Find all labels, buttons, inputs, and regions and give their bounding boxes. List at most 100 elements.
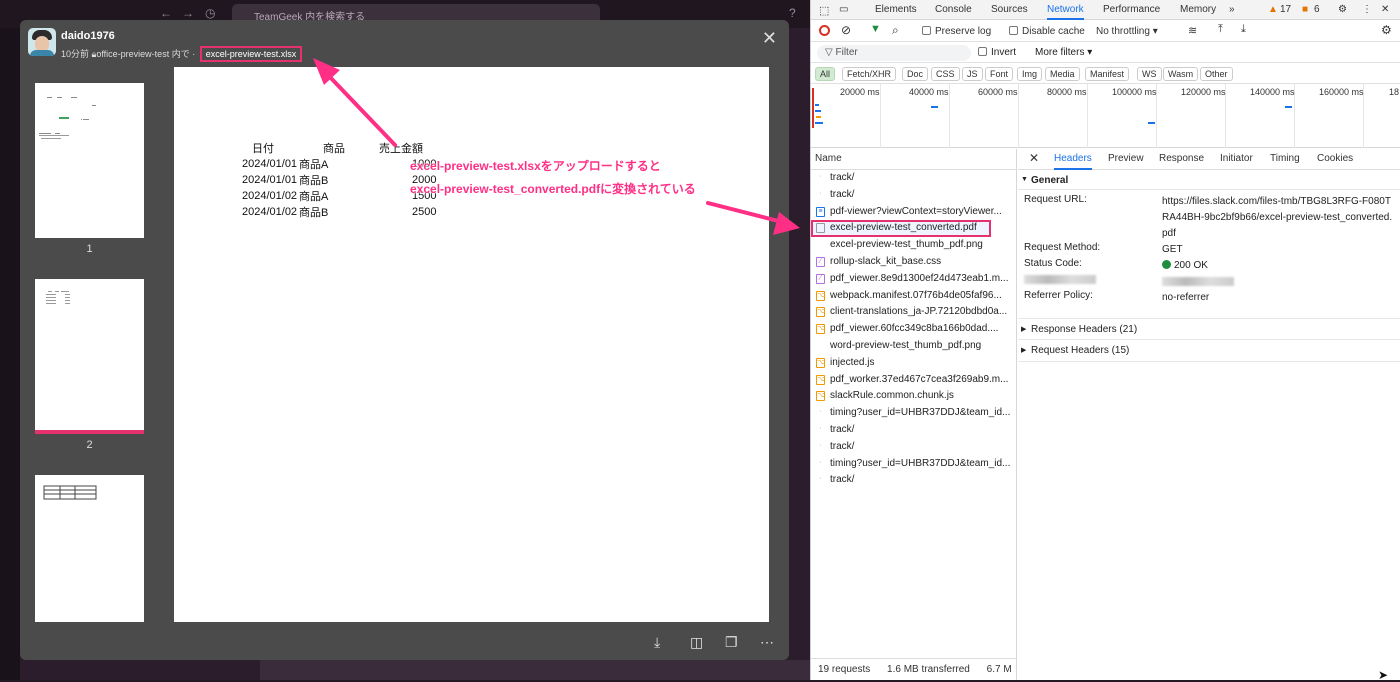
close-devtools-icon[interactable]: ✕	[1381, 4, 1389, 15]
warning-count[interactable]: 17	[1280, 4, 1291, 15]
general-section: Request URL: https://files.slack.com/fil…	[1018, 190, 1400, 306]
js-icon: ⌥	[816, 290, 826, 301]
request-row[interactable]: ≡ pdf-viewer?viewContext=storyViewer...	[811, 204, 1016, 221]
request-row[interactable]: · track/	[811, 472, 1016, 489]
tab-preview[interactable]: Preview	[1108, 153, 1144, 164]
overview-bars	[812, 88, 1292, 128]
general-title: General	[1031, 175, 1069, 186]
tab-response[interactable]: Response	[1159, 153, 1204, 164]
request-row[interactable]: · timing?user_id=UHBR37DDJ&team_id...	[811, 456, 1016, 473]
request-row[interactable]: ⌥ slackRule.common.chunk.js	[811, 388, 1016, 405]
tab-initiator[interactable]: Initiator	[1220, 153, 1253, 164]
status-label: Status Code:	[1024, 258, 1082, 269]
request-row[interactable]: ⌥ webpack.manifest.07f76b4de05faf96...	[811, 288, 1016, 305]
response-headers-section[interactable]: ▶ Response Headers (21)	[1018, 318, 1400, 340]
response-headers-title: Response Headers (21)	[1031, 324, 1138, 335]
chip-manifest[interactable]: Manifest	[1085, 67, 1130, 81]
issue-icon[interactable]: ■	[1302, 4, 1308, 15]
throttling-select[interactable]: No throttling ▾	[1096, 26, 1158, 37]
filter-icon[interactable]: ▼	[870, 23, 881, 35]
request-name: client-translations_ja-JP.72120bdbd0a...	[830, 306, 1008, 318]
tab-more[interactable]: »	[1229, 4, 1235, 15]
devtools-panel: ⬚ ▭ Elements Console Sources Network Per…	[810, 0, 1400, 680]
chip-img[interactable]: Img	[1017, 67, 1043, 81]
filter-input[interactable]: ▽ Filter	[817, 45, 971, 61]
name-column-header[interactable]: Name	[811, 149, 1016, 170]
more-filters-button[interactable]: More filters ▾	[1035, 47, 1092, 58]
record-icon[interactable]	[819, 25, 830, 36]
request-name: excel-preview-test_converted.pdf	[830, 222, 977, 234]
request-name: pdf_viewer.60fcc349c8ba166b0dad....	[830, 323, 999, 335]
tab-network[interactable]: Network	[1047, 4, 1084, 20]
file-icon	[816, 223, 825, 234]
warning-icon[interactable]: ▲	[1268, 4, 1278, 15]
chip-other[interactable]: Other	[1200, 67, 1233, 81]
js-icon: ⌥	[816, 324, 826, 335]
js-icon: ⌥	[816, 374, 826, 385]
request-row[interactable]: ⁄ rollup-slack_kit_base.css	[811, 254, 1016, 271]
request-row[interactable]: word-preview-test_thumb_pdf.png	[811, 338, 1016, 355]
chip-css[interactable]: CSS	[931, 67, 960, 81]
request-name: word-preview-test_thumb_pdf.png	[830, 339, 982, 351]
request-row[interactable]: · track/	[811, 187, 1016, 204]
css-icon: ⁄	[816, 256, 825, 267]
request-row[interactable]: ⌥ pdf_viewer.60fcc349c8ba166b0dad....	[811, 321, 1016, 338]
request-row[interactable]: ⌥ client-translations_ja-JP.72120bdbd0a..…	[811, 304, 1016, 321]
request-row[interactable]: · track/	[811, 170, 1016, 187]
gear-icon[interactable]: ⚙	[1338, 4, 1347, 15]
request-name: track/	[830, 172, 855, 183]
search-icon[interactable]: ⌕	[892, 23, 899, 38]
transferred: 1.6 MB transferred	[887, 664, 970, 675]
blurred-row	[1018, 274, 1400, 290]
throttling-value: No throttling	[1096, 26, 1150, 37]
request-details: ✕ Headers Preview Response Initiator Tim…	[1018, 149, 1400, 680]
request-headers-section[interactable]: ▶ Request Headers (15)	[1018, 340, 1400, 362]
wifi-icon[interactable]: ≋	[1188, 24, 1197, 37]
kebab-menu-icon[interactable]: ⋮	[1362, 4, 1372, 15]
disable-cache-checkbox[interactable]: Disable cache	[1009, 26, 1085, 37]
request-row[interactable]: ⌥ pdf_worker.37ed467c7cea3f269ab9.m...	[811, 372, 1016, 389]
chip-doc[interactable]: Doc	[902, 67, 929, 81]
js-icon: ⌥	[816, 357, 826, 368]
network-overview[interactable]: 20000 ms 40000 ms 60000 ms 80000 ms 1000…	[811, 84, 1400, 148]
request-row[interactable]: · track/	[811, 439, 1016, 456]
request-row[interactable]: excel-preview-test_converted.pdf	[811, 220, 991, 238]
request-row[interactable]: ⁄ pdf_viewer.8e9d1300ef24d473eab1.m...	[811, 271, 1016, 288]
request-name: excel-preview-test_thumb_pdf.png	[830, 239, 983, 251]
clear-icon[interactable]: ⊘	[841, 23, 851, 37]
upload-icon[interactable]: ⤒	[1218, 23, 1223, 36]
tab-cookies[interactable]: Cookies	[1317, 153, 1353, 164]
device-toggle-icon[interactable]: ▭	[839, 4, 848, 15]
tab-console[interactable]: Console	[935, 4, 972, 15]
tab-timing[interactable]: Timing	[1270, 153, 1300, 164]
chip-js[interactable]: JS	[962, 67, 983, 81]
chip-media[interactable]: Media	[1045, 67, 1080, 81]
request-row[interactable]: · track/	[811, 422, 1016, 439]
request-row[interactable]: ⌥ injected.js	[811, 355, 1016, 372]
tab-elements[interactable]: Elements	[875, 4, 917, 15]
chip-wasm[interactable]: Wasm	[1163, 67, 1199, 81]
inspect-icon[interactable]: ⬚	[819, 4, 829, 17]
tab-headers[interactable]: Headers	[1054, 153, 1092, 170]
chip-all[interactable]: All	[815, 67, 836, 81]
chip-font[interactable]: Font	[985, 67, 1014, 81]
filter-icon: ▽	[825, 47, 833, 58]
chip-fetch-xhr[interactable]: Fetch/XHR	[842, 67, 897, 81]
tab-sources[interactable]: Sources	[991, 4, 1028, 15]
download-har-icon[interactable]: ⤓	[1241, 23, 1246, 36]
general-section-header[interactable]: ▼ General	[1018, 170, 1400, 190]
network-settings-icon[interactable]: ⚙	[1381, 23, 1392, 37]
details-tabbar: ✕ Headers Preview Response Initiator Tim…	[1018, 149, 1400, 170]
request-name: injected.js	[830, 356, 875, 368]
caret-right-icon: ▶	[1021, 326, 1027, 333]
issue-count[interactable]: 6	[1314, 4, 1320, 15]
request-row[interactable]: excel-preview-test_thumb_pdf.png	[811, 237, 1016, 254]
preserve-log-checkbox[interactable]: Preserve log	[922, 26, 991, 37]
request-row[interactable]: · timing?user_id=UHBR37DDJ&team_id...	[811, 405, 1016, 422]
invert-checkbox[interactable]: Invert	[978, 47, 1016, 58]
close-details-icon[interactable]: ✕	[1029, 151, 1039, 165]
chip-ws[interactable]: WS	[1137, 67, 1162, 81]
tab-performance[interactable]: Performance	[1103, 4, 1160, 15]
img-icon	[816, 240, 825, 250]
tab-memory[interactable]: Memory	[1180, 4, 1216, 15]
